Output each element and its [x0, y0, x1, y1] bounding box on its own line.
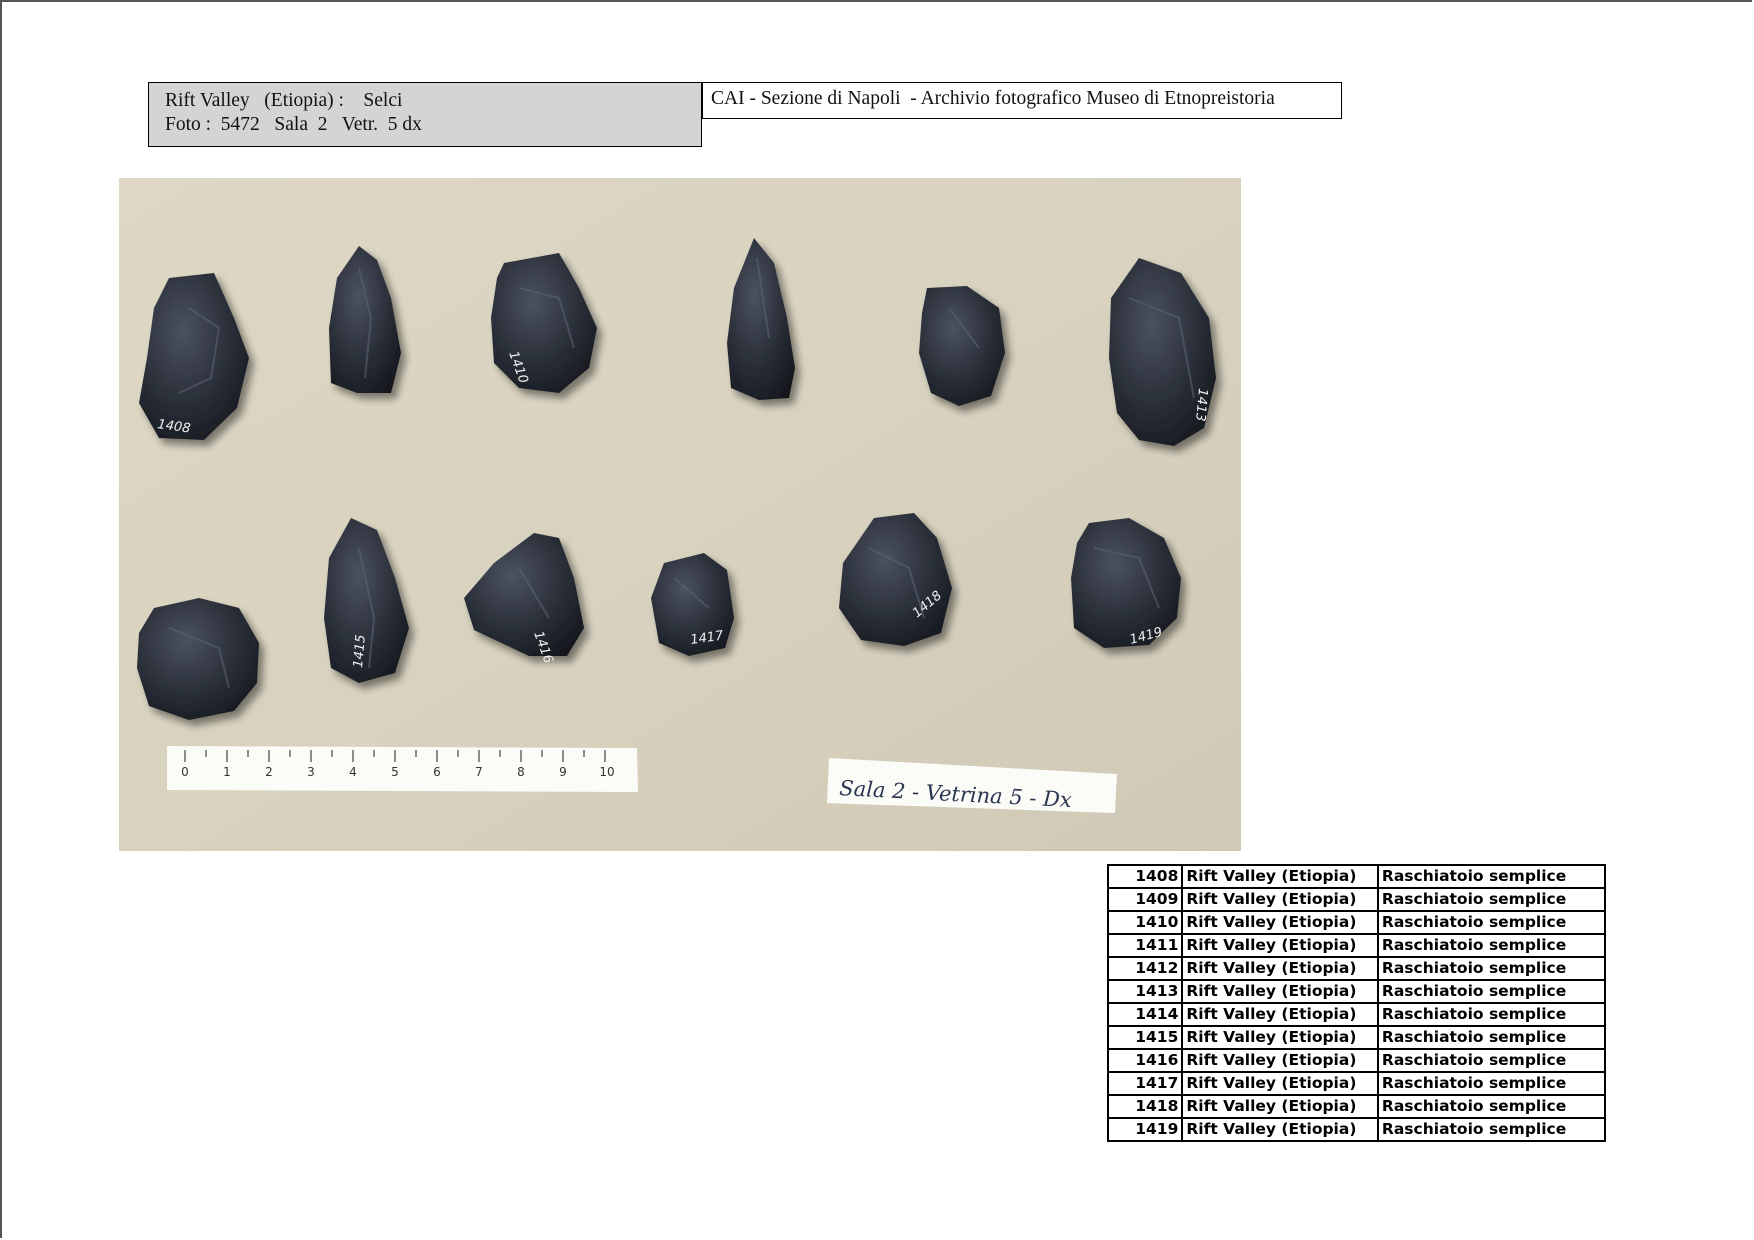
ruler-tick-label: 1 [223, 765, 231, 779]
table-row: 1417 Rift Valley (Etiopia) Raschiatoio sem… [1106, 1071, 1607, 1096]
catalog-type-cell: Raschiatoio semplice [1376, 956, 1607, 981]
catalog-type-cell: Raschiatoio semplice [1376, 910, 1607, 935]
catalog-type-cell: Raschiatoio semplice [1376, 1071, 1607, 1096]
header-site-line: Rift Valley (Etiopia) : Selci [165, 90, 403, 111]
ruler-tick-label: 2 [265, 765, 273, 779]
ruler: 0 1 2 3 4 5 6 7 8 9 10 [167, 746, 638, 792]
catalog-location-cell: Rift Valley (Etiopia) [1181, 910, 1379, 935]
table-row: 1412 Rift Valley (Etiopia) Raschiatoio sem… [1106, 956, 1607, 981]
catalog-location-cell: Rift Valley (Etiopia) [1181, 979, 1379, 1004]
catalog-type-cell: Raschiatoio semplice [1376, 933, 1607, 958]
ruler-tick-label: 9 [559, 765, 567, 779]
catalog-type-cell: Raschiatoio semplice [1376, 1002, 1607, 1027]
ruler-tick-label: 4 [349, 765, 357, 779]
catalog-location-cell: Rift Valley (Etiopia) [1181, 887, 1379, 912]
ruler-tick-label: 6 [433, 765, 441, 779]
catalog-number-cell: 1416 [1106, 1048, 1184, 1073]
artifact-photo: 1408 1410 1413 1415 1416 1417 1418 1419 … [119, 178, 1241, 851]
catalog-number-cell: 1410 [1106, 910, 1184, 935]
catalog-type-cell: Raschiatoio semplice [1376, 864, 1607, 889]
table-row: 1414 Rift Valley (Etiopia) Raschiatoio sem… [1106, 1002, 1607, 1027]
catalog-type-cell: Raschiatoio semplice [1376, 1025, 1607, 1050]
catalog-type-cell: Raschiatoio semplice [1376, 1094, 1607, 1119]
catalog-location-cell: Rift Valley (Etiopia) [1181, 864, 1379, 889]
table-row: 1418 Rift Valley (Etiopia) Raschiatoio sem… [1106, 1094, 1607, 1119]
catalog-number-cell: 1415 [1106, 1025, 1184, 1050]
specimen-label: 1413 [1192, 388, 1210, 422]
catalog-number-cell: 1417 [1106, 1071, 1184, 1096]
catalog-location-cell: Rift Valley (Etiopia) [1181, 1002, 1379, 1027]
catalog-location-cell: Rift Valley (Etiopia) [1181, 1094, 1379, 1119]
catalog-type-cell: Raschiatoio semplice [1376, 979, 1607, 1004]
table-row: 1413 Rift Valley (Etiopia) Raschiatoio sem… [1106, 979, 1607, 1004]
ruler-tick-label: 7 [475, 765, 483, 779]
ruler-tick-label: 8 [517, 765, 525, 779]
catalog-location-cell: Rift Valley (Etiopia) [1181, 956, 1379, 981]
table-row: 1408 Rift Valley (Etiopia) Raschiatoio sem… [1106, 864, 1607, 889]
catalog-number-cell: 1412 [1106, 956, 1184, 981]
header-archive-box: CAI - Sezione di Napoli - Archivio fotog… [702, 82, 1342, 119]
table-row: 1410 Rift Valley (Etiopia) Raschiatoio sem… [1106, 910, 1607, 935]
catalog-location-cell: Rift Valley (Etiopia) [1181, 1117, 1379, 1142]
ruler-tick-label: 0 [181, 765, 189, 779]
catalog-type-cell: Raschiatoio semplice [1376, 887, 1607, 912]
catalog-location-cell: Rift Valley (Etiopia) [1181, 1071, 1379, 1096]
catalog-number-cell: 1408 [1106, 864, 1184, 889]
header-photo-line: Foto : 5472 Sala 2 Vetr. 5 dx [165, 114, 422, 135]
catalog-location-cell: Rift Valley (Etiopia) [1181, 1025, 1379, 1050]
catalog-number-cell: 1409 [1106, 887, 1184, 912]
ruler-tick-label: 3 [307, 765, 315, 779]
catalog-number-cell: 1419 [1106, 1117, 1184, 1142]
stone-1414 [137, 598, 259, 720]
catalog-type-cell: Raschiatoio semplice [1376, 1117, 1607, 1142]
table-row: 1415 Rift Valley (Etiopia) Raschiatoio sem… [1106, 1025, 1607, 1050]
stone-1412 [919, 286, 1005, 406]
ruler-tick-label: 10 [599, 765, 614, 779]
catalog-number-cell: 1411 [1106, 933, 1184, 958]
catalog-number-cell: 1414 [1106, 1002, 1184, 1027]
catalog-location-cell: Rift Valley (Etiopia) [1181, 1048, 1379, 1073]
table-row: 1419 Rift Valley (Etiopia) Raschiatoio sem… [1106, 1117, 1607, 1142]
table-row: 1411 Rift Valley (Etiopia) Raschiatoio sem… [1106, 933, 1607, 958]
catalog-type-cell: Raschiatoio semplice [1376, 1048, 1607, 1073]
catalog-number-cell: 1413 [1106, 979, 1184, 1004]
ruler-tick-label: 5 [391, 765, 399, 779]
specimen-label: 1415 [351, 634, 369, 668]
table-row: 1416 Rift Valley (Etiopia) Raschiatoio sem… [1106, 1048, 1607, 1073]
catalog-location-cell: Rift Valley (Etiopia) [1181, 933, 1379, 958]
table-row: 1409 Rift Valley (Etiopia) Raschiatoio sem… [1106, 887, 1607, 912]
header-info-box: Rift Valley (Etiopia) : Selci Foto : 547… [148, 82, 702, 147]
catalog-table: 1408 Rift Valley (Etiopia) Raschiatoio sem… [1106, 864, 1607, 1142]
catalog-number-cell: 1418 [1106, 1094, 1184, 1119]
